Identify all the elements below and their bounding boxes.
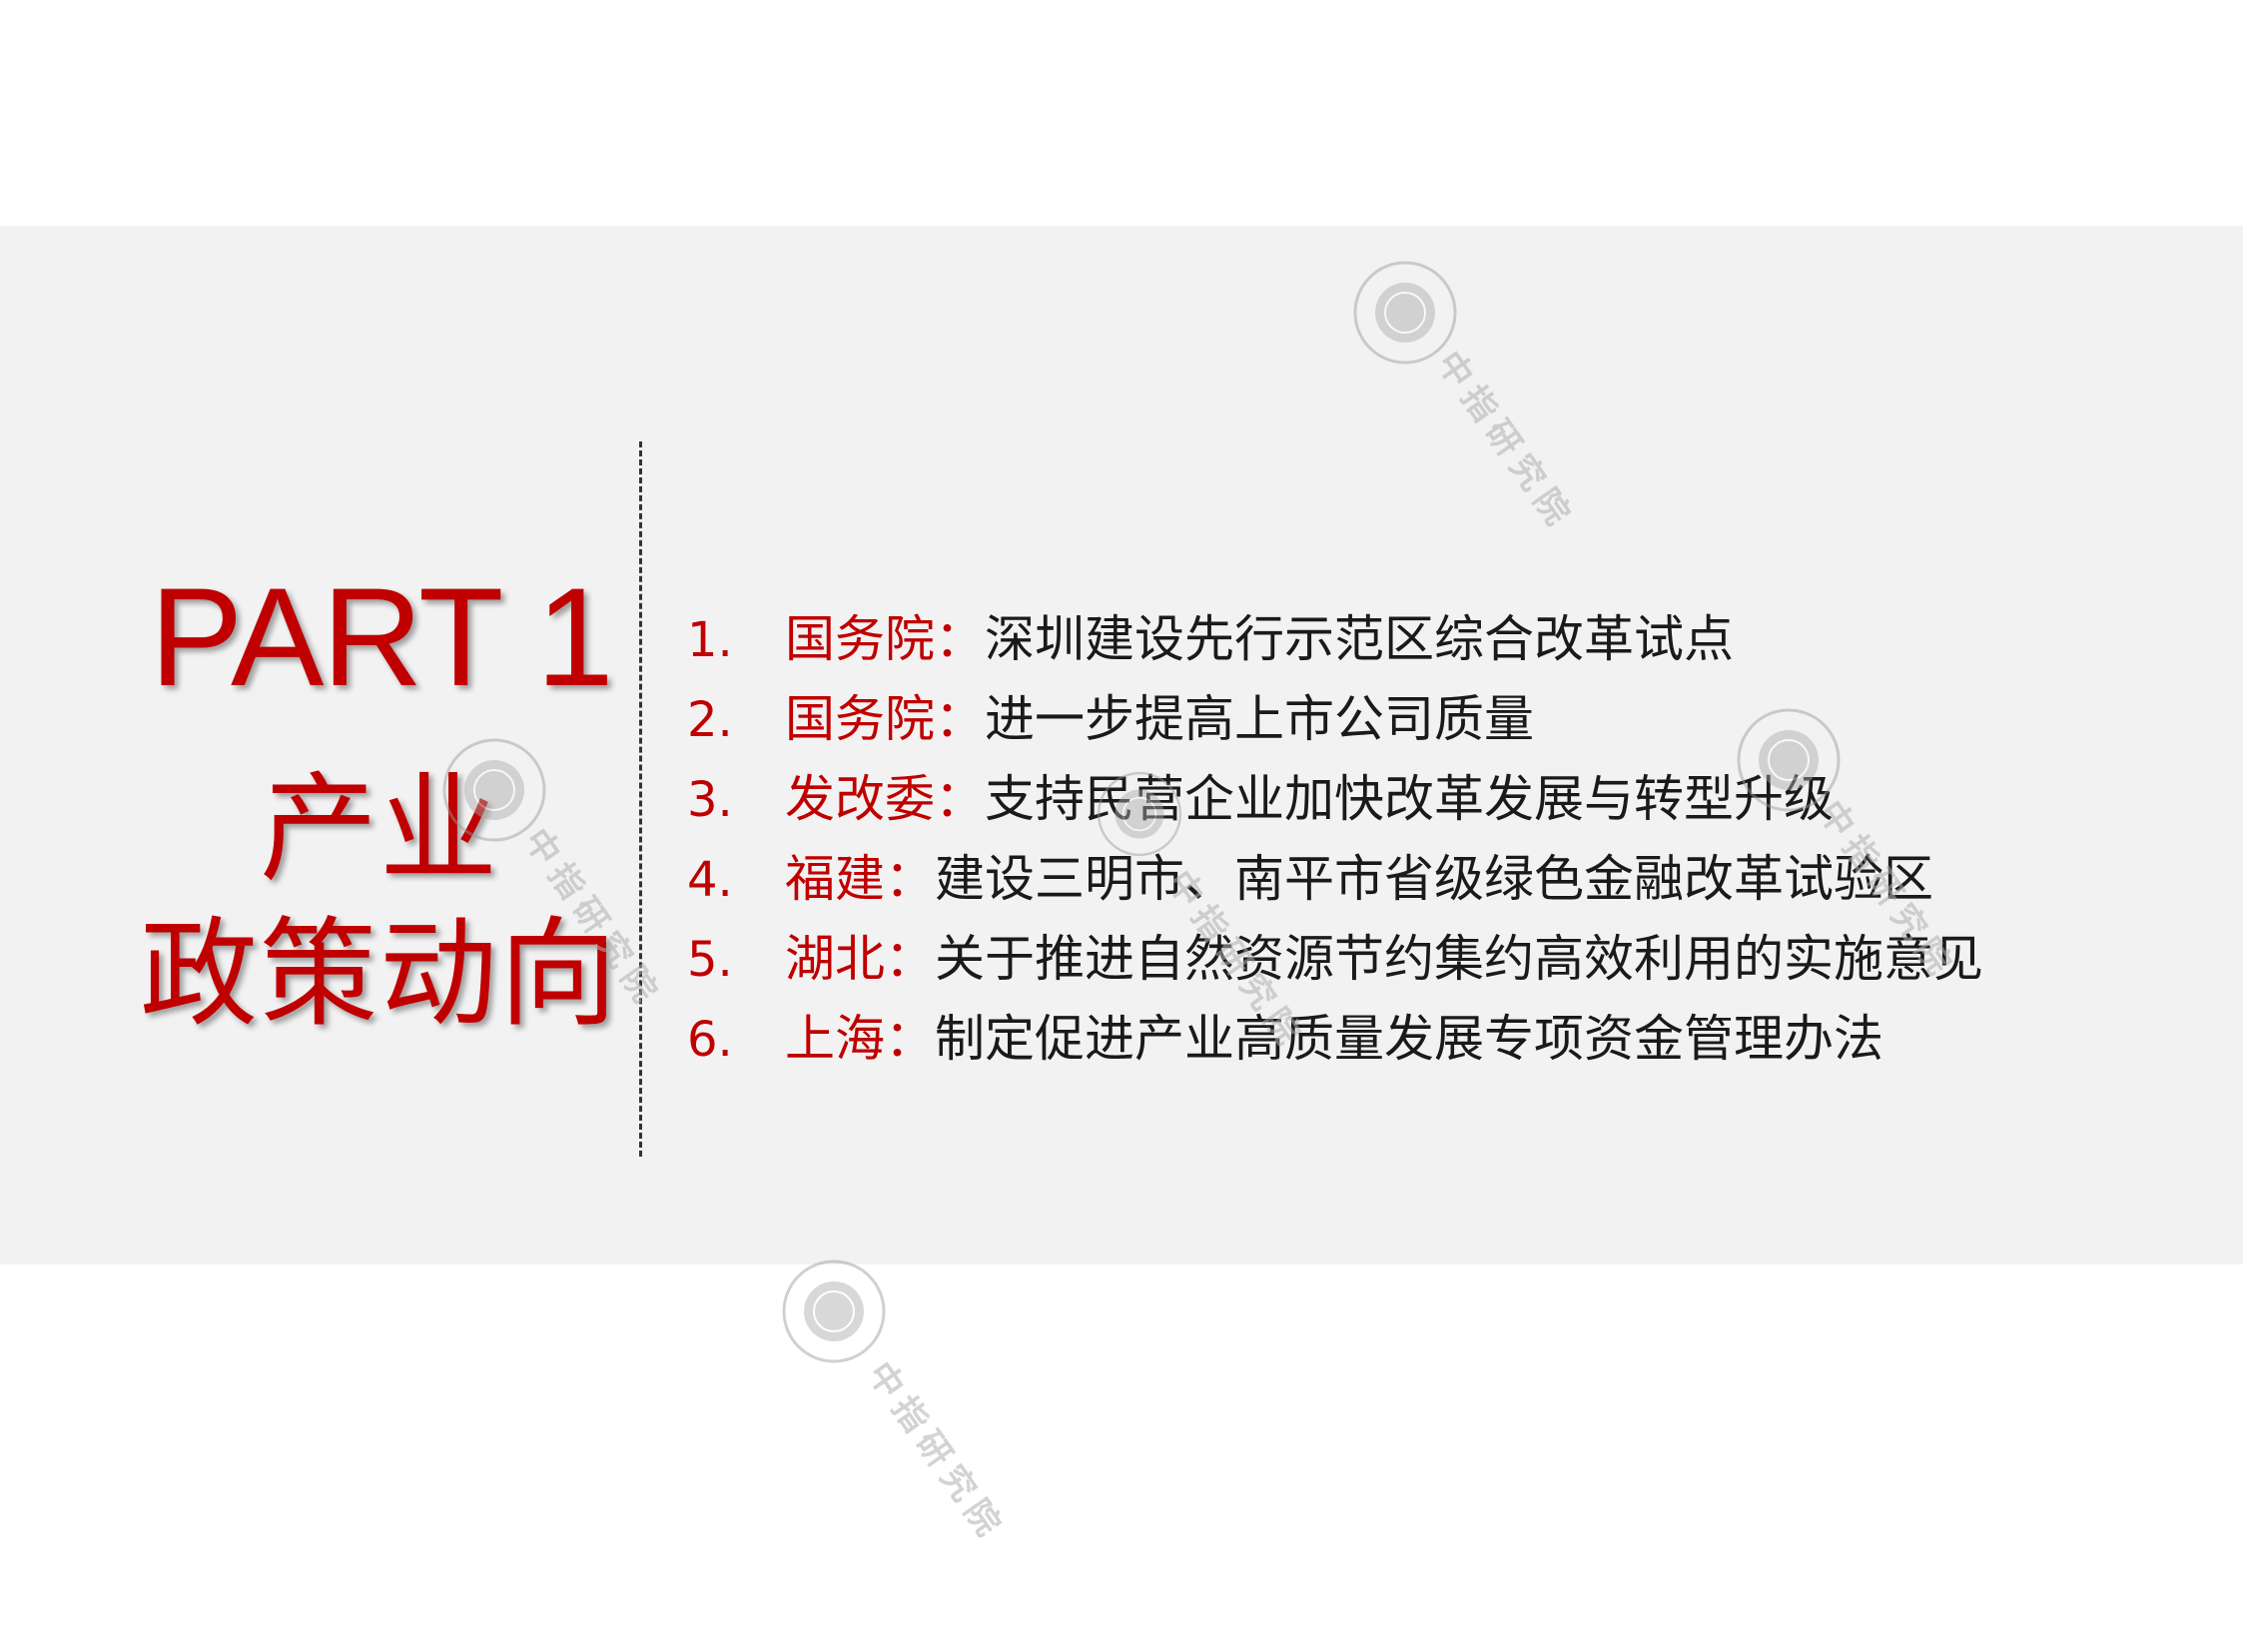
policy-text: 建设三明市、南平市省级绿色金融改革试验区 (935, 850, 1933, 908)
seal-icon (1353, 261, 1457, 365)
policy-number: 1. (687, 612, 733, 668)
policy-separator: ： (885, 850, 935, 908)
policy-text: 进一步提高上市公司质量 (985, 690, 1534, 748)
policy-source: 国务院 (785, 690, 935, 748)
seal-icon (1737, 708, 1841, 812)
policy-source: 湖北 (785, 930, 885, 988)
policy-text: 深圳建设先行示范区综合改革试点 (985, 610, 1734, 668)
policy-item-1: 1. 国务院：深圳建设先行示范区综合改革试点 (687, 599, 2185, 679)
policy-separator: ： (935, 610, 985, 668)
policy-source: 发改委 (785, 770, 935, 828)
policy-item-6: 6. 上海：制定促进产业高质量发展专项资金管理办法 (687, 999, 2185, 1079)
policy-separator: ： (935, 770, 985, 828)
policy-list: 1. 国务院：深圳建设先行示范区综合改革试点 2. 国务院：进一步提高上市公司质量 … (687, 599, 2185, 1079)
policy-source: 国务院 (785, 610, 935, 668)
policy-separator: ： (935, 690, 985, 748)
watermark-text: 中指研究院 (859, 1354, 1013, 1550)
seal-icon (442, 738, 546, 842)
policy-source: 福建 (785, 850, 885, 908)
policy-number: 5. (687, 932, 733, 988)
policy-number: 3. (687, 772, 733, 828)
policy-number: 2. (687, 692, 733, 748)
policy-text: 关于推进自然资源节约集约高效利用的实施意见 (935, 930, 1983, 988)
policy-text: 制定促进产业高质量发展专项资金管理办法 (935, 1010, 1883, 1068)
part-label: PART 1 (150, 558, 614, 715)
seal-icon (782, 1259, 886, 1363)
seal-icon (1097, 771, 1182, 857)
policy-item-2: 2. 国务院：进一步提高上市公司质量 (687, 679, 2185, 759)
policy-separator: ： (885, 1010, 935, 1068)
policy-number: 6. (687, 1012, 733, 1068)
policy-separator: ： (885, 930, 935, 988)
policy-item-4: 4. 福建：建设三明市、南平市省级绿色金融改革试验区 (687, 839, 2185, 919)
section-title-line2: 政策动向 (139, 905, 619, 1043)
dashed-divider (639, 441, 642, 1157)
policy-source: 上海 (785, 1010, 885, 1068)
policy-item-3: 3. 发改委：支持民营企业加快改革发展与转型升级 (687, 759, 2185, 839)
policy-number: 4. (687, 852, 733, 908)
